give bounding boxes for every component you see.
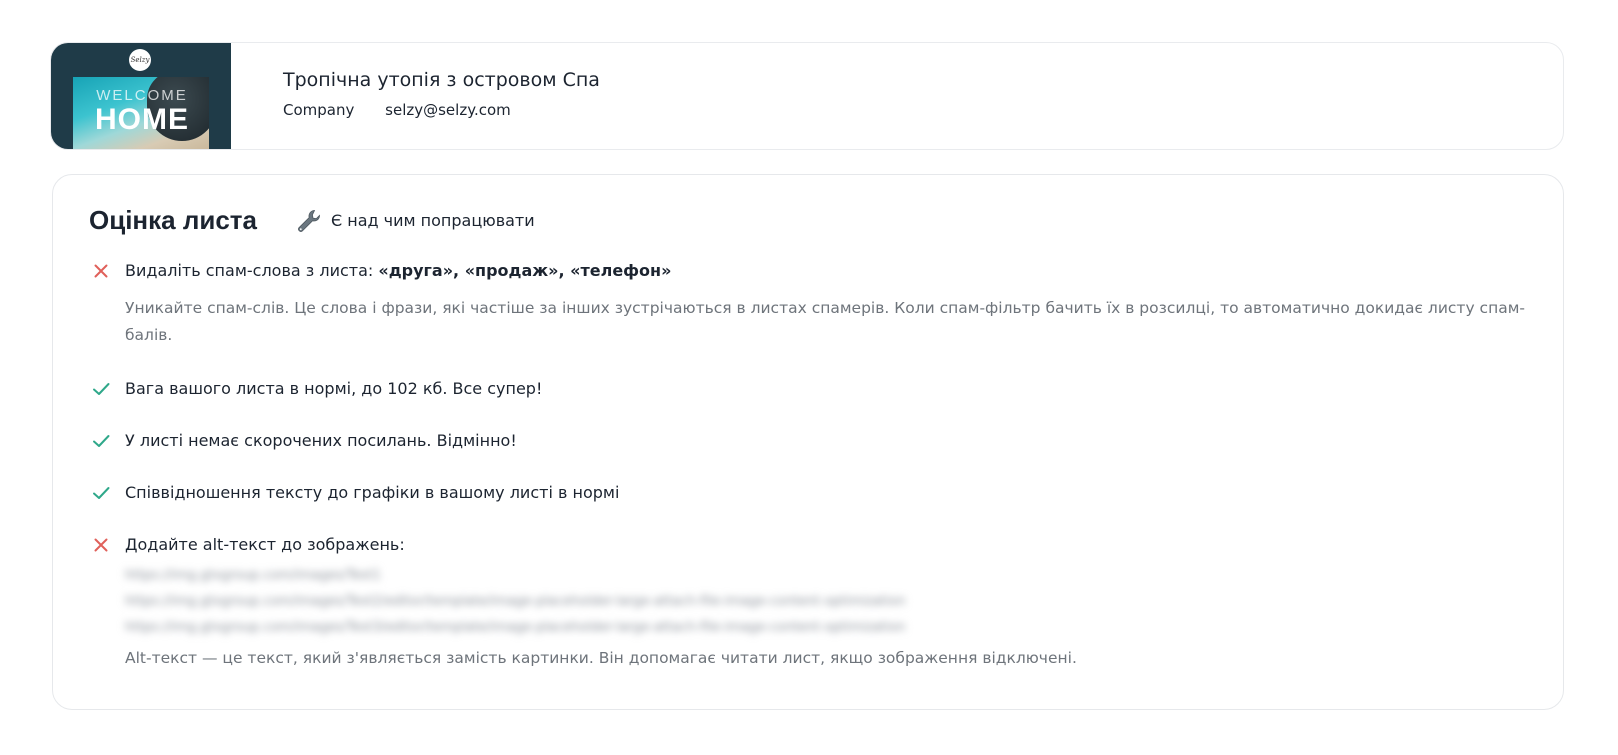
image-link[interactable]: https://img.gtxgroup.com/images/Test3/ed… [125,615,1531,641]
check-item-short-links: У листі немає скорочених посилань. Відмі… [91,429,1531,453]
thumbnail-logo: Selzy [129,49,151,71]
image-link[interactable]: https://img.gtxgroup.com/images/Test2/ed… [125,589,1531,615]
check-item-title-text: Видаліть спам-слова з листа: [125,261,379,280]
score-status: Є над чим попрацювати [295,208,535,234]
check-item-description: Уникайте спам-слів. Це слова і фрази, як… [125,299,1526,344]
thumbnail-welcome-text: WELCOME [96,87,188,104]
sender-info: Company selzy@selzy.com [283,101,511,119]
check-icon [93,435,110,447]
spam-words-list: «друга», «продаж», «телефон» [378,261,672,280]
check-item-text-image-ratio: Співвідношення тексту до графіки в вашом… [91,481,1531,505]
campaign-title: Тропічна утопія з островом Спа [283,69,600,91]
score-status-text: Є над чим попрацювати [330,211,535,230]
check-item-title: Співвідношення тексту до графіки в вашом… [125,483,620,502]
check-item-title: Вага вашого листа в нормі, до 102 кб. Вс… [125,379,543,398]
email-score-card: Оцінка листа Є над чим попрацювати Видал… [52,174,1564,710]
cross-icon [94,538,108,552]
score-title: Оцінка листа [89,205,257,235]
campaign-header-card: Selzy WELCOME HOME Тропічна утопія з ост… [50,42,1564,150]
sender-name: Company [283,101,355,119]
check-item-alt-text: Додайте alt-текст до зображень: https://… [91,533,1531,672]
cross-icon [94,264,108,278]
score-header: Оцінка листа Є над чим попрацювати [89,205,535,236]
thumbnail-photo: WELCOME HOME [73,77,209,149]
image-link[interactable]: https://img.gtxgroup.com/images/Test1 [125,563,1531,589]
check-item-description: Alt-текст — це текст, який з'являється з… [125,649,1077,667]
wrench-icon [298,209,320,232]
check-item-weight: Вага вашого листа в нормі, до 102 кб. Вс… [91,377,1531,401]
check-item-title: У листі немає скорочених посилань. Відмі… [125,431,517,450]
sender-email: selzy@selzy.com [385,101,511,119]
check-item-title: Додайте alt-текст до зображень: [125,535,405,554]
thumbnail-home-text: HOME [95,103,189,136]
score-check-list: Видаліть спам-слова з листа: «друга», «п… [91,259,1531,672]
blurred-image-links: https://img.gtxgroup.com/images/Test1 ht… [125,563,1531,641]
check-item-title: Видаліть спам-слова з листа: «друга», «п… [125,259,1531,283]
check-item-spam-words: Видаліть спам-слова з листа: «друга», «п… [91,259,1531,349]
email-thumbnail[interactable]: Selzy WELCOME HOME [51,43,231,149]
check-icon [93,487,110,499]
check-icon [93,383,110,395]
